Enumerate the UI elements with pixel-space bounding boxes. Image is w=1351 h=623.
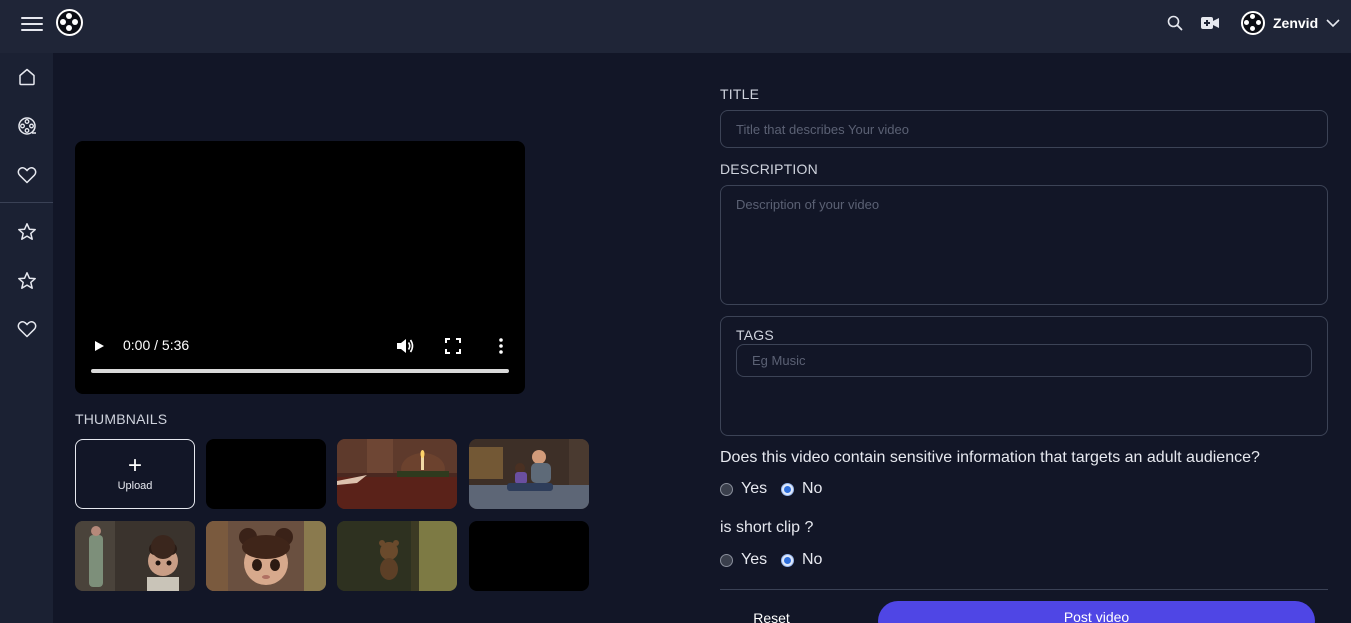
adult-yes-label: Yes [741,480,768,497]
short-no-label: No [802,551,823,568]
radio-selected-icon [781,482,794,496]
short-yes-radio[interactable]: Yes [720,551,767,569]
video-time: 0:00 / 5:36 [123,337,190,353]
thumbnail-option[interactable] [206,521,326,591]
reset-button[interactable]: Reset [720,601,823,623]
title-label: TITLE [720,86,760,102]
heart-icon[interactable] [15,317,39,341]
short-yes-label: Yes [741,551,768,568]
adult-no-radio[interactable]: No [781,480,822,498]
logo[interactable] [56,9,83,36]
chevron-down-icon [1326,15,1340,31]
description-input[interactable] [720,185,1328,305]
short-clip-question: is short clip ? [720,519,814,536]
video-player[interactable] [75,141,525,394]
video-progress-bar[interactable] [91,369,509,373]
sidebar [0,53,53,623]
user-name: Zenvid [1273,15,1319,31]
thumbnail-option[interactable] [337,521,457,591]
tags-label: TAGS [736,327,774,343]
video-add-icon[interactable] [1197,10,1223,36]
heart-icon[interactable] [15,163,39,187]
search-icon[interactable] [1162,10,1188,36]
radio-unselected-icon [720,553,733,567]
fullscreen-icon[interactable] [444,337,462,355]
play-icon[interactable] [88,336,110,356]
volume-icon[interactable] [395,336,415,356]
upload-label: Upload [117,480,153,492]
plus-icon: + [127,452,142,479]
post-video-button[interactable]: Post video [878,601,1315,623]
top-bar: Zenvid [0,0,1351,53]
home-icon[interactable] [15,65,39,89]
form-divider [720,589,1328,590]
thumbnail-option[interactable] [469,439,589,509]
thumbnails-label: THUMBNAILS [75,411,168,427]
radio-selected-icon [781,553,794,567]
adult-yes-radio[interactable]: Yes [720,480,767,498]
sidebar-divider [0,202,53,203]
short-no-radio[interactable]: No [781,551,822,569]
thumbnail-option[interactable] [75,521,195,591]
more-options-icon[interactable] [495,336,507,356]
thumbnail-option[interactable] [469,521,589,591]
title-input[interactable] [720,110,1328,148]
thumbnail-option[interactable] [206,439,326,509]
radio-unselected-icon [720,482,733,496]
star-icon[interactable] [15,269,39,293]
adult-no-label: No [802,480,823,497]
avatar [1241,11,1265,35]
adult-content-question: Does this video contain sensitive inform… [720,449,1260,466]
user-menu[interactable]: Zenvid [1241,10,1340,36]
star-icon[interactable] [15,220,39,244]
upload-thumbnail-button[interactable]: + Upload [75,439,195,509]
film-reel-icon[interactable] [15,114,39,138]
description-label: DESCRIPTION [720,161,818,177]
thumbnail-option[interactable] [337,439,457,509]
menu-icon[interactable] [21,13,43,33]
tags-input[interactable] [736,344,1312,377]
